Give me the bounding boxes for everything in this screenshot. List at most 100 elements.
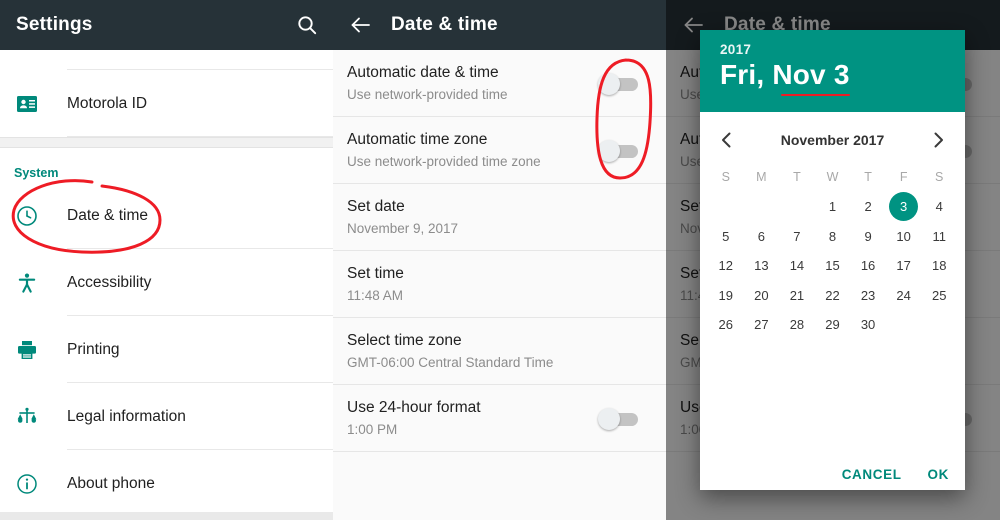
calendar-day[interactable]: 13	[744, 251, 780, 281]
calendar-day[interactable]: 9	[850, 222, 886, 252]
calendar-day[interactable]: 2	[850, 192, 886, 222]
pref-subtitle: Use network-provided time	[347, 87, 508, 102]
screenshot-root: Settings Motorola ID System Date & time …	[0, 0, 1000, 520]
calendar-day[interactable]: 12	[708, 251, 744, 281]
pref-title: Set date	[347, 198, 405, 215]
toggle-thumb	[598, 72, 620, 95]
clock-icon	[14, 203, 40, 229]
calendar-day[interactable]: 29	[815, 310, 851, 340]
calendar-day[interactable]: 30	[850, 310, 886, 340]
search-icon[interactable]	[295, 13, 319, 37]
calendar-day-number: 21	[789, 287, 805, 303]
pref-subtitle: November 9, 2017	[347, 221, 459, 236]
calendar-day[interactable]: 26	[708, 310, 744, 340]
calendar-day[interactable]: 15	[815, 251, 851, 281]
calendar-day-number: 10	[896, 228, 911, 244]
calendar-day[interactable]: 14	[779, 251, 815, 281]
calendar-day[interactable]: 28	[779, 310, 815, 340]
calendar-day-number: 5	[722, 228, 730, 244]
calendar-day[interactable]: 20	[744, 281, 780, 311]
calendar-day[interactable]: 19	[708, 281, 744, 311]
chevron-left-icon[interactable]	[716, 129, 738, 151]
pref-row-automatic-date-time[interactable]: Automatic date & time Use network-provid…	[333, 50, 666, 117]
pref-row-automatic-time-zone[interactable]: Automatic time zone Use network-provided…	[333, 117, 666, 184]
sidebar-item-date-and-time[interactable]: Date & time	[0, 182, 333, 249]
pref-subtitle: 1:00 PM	[347, 422, 398, 437]
back-arrow-icon[interactable]	[349, 13, 373, 37]
calendar-day-number: 12	[718, 258, 734, 274]
calendar-day[interactable]: 6	[744, 222, 780, 252]
date-picker-selected-date[interactable]: Fri, Nov 3	[720, 59, 850, 96]
settings-list[interactable]: Motorola ID System Date & time Accessibi…	[0, 50, 333, 520]
calendar-day[interactable]: 17	[886, 251, 922, 281]
calendar-days-grid[interactable]: 1 2 3 4 5 6 7 8 9 10 11 12 13 14 15 16 17 18 19 20 21 22 23 24 2…	[700, 192, 965, 340]
list-group-separator	[0, 137, 333, 148]
calendar-day-number: 16	[860, 258, 876, 274]
calendar-day-number: 27	[754, 317, 769, 333]
scales-icon	[14, 404, 40, 430]
calendar-day[interactable]: 8	[815, 222, 851, 252]
calendar-day-number: 22	[825, 287, 840, 303]
pref-row-set-time[interactable]: Set time 11:48 AM	[333, 251, 666, 318]
datetime-appbar: Date & time	[333, 0, 666, 50]
sidebar-item-accessibility[interactable]: Accessibility	[0, 249, 333, 316]
calendar-day[interactable]: 27	[744, 310, 780, 340]
calendar-day-selected[interactable]: 3	[886, 192, 922, 222]
info-icon	[14, 471, 40, 497]
date-picker-year[interactable]: 2017	[720, 42, 945, 57]
section-header-system: System	[0, 148, 333, 182]
calendar-day[interactable]: 5	[708, 222, 744, 252]
sidebar-item-motorola-id[interactable]: Motorola ID	[0, 70, 333, 137]
calendar-day-number: 7	[793, 228, 801, 244]
calendar-weekday: F	[899, 170, 908, 184]
calendar-day-number: 9	[864, 228, 872, 244]
date-picker-selected-date-text: Fri, Nov 3	[720, 59, 850, 90]
cancel-button[interactable]: CANCEL	[842, 467, 902, 482]
toggle-thumb	[598, 139, 620, 162]
toggle-automatic-date-time[interactable]	[598, 72, 644, 95]
calendar-day-number: 15	[825, 258, 840, 274]
sidebar-item-about-phone[interactable]: About phone	[0, 450, 333, 517]
sidebar-item-label: Legal information	[67, 407, 186, 425]
calendar-day-number: 18	[931, 258, 947, 274]
pref-row-select-time-zone[interactable]: Select time zone GMT-06:00 Central Stand…	[333, 318, 666, 385]
calendar-day-number: 4	[935, 199, 943, 215]
settings-appbar-title: Settings	[16, 14, 93, 35]
calendar-day-number: 3	[889, 192, 919, 222]
sidebar-item-legal-information[interactable]: Legal information	[0, 383, 333, 450]
calendar-day[interactable]: 25	[921, 281, 957, 311]
calendar-day[interactable]: 23	[850, 281, 886, 311]
sidebar-item-label: Date & time	[67, 206, 148, 224]
annotation-underline-dialog-date	[780, 93, 850, 96]
pref-title: Use 24-hour format	[347, 399, 481, 416]
calendar-day[interactable]: 18	[921, 251, 957, 281]
toggle-automatic-time-zone[interactable]	[598, 139, 644, 162]
sidebar-item-label: Motorola ID	[67, 94, 148, 112]
pref-text: Select time zone GMT-06:00 Central Stand…	[347, 331, 652, 372]
calendar-day[interactable]: 1	[815, 192, 851, 222]
calendar-day[interactable]: 22	[815, 281, 851, 311]
calendar-day[interactable]: 4	[921, 192, 957, 222]
sidebar-item-printing[interactable]: Printing	[0, 316, 333, 383]
calendar-day-blank	[779, 192, 815, 222]
calendar-day[interactable]: 16	[850, 251, 886, 281]
calendar-day-number: 19	[718, 287, 734, 303]
calendar-weekday: T	[864, 170, 872, 184]
sidebar-item-label: Printing	[67, 340, 120, 358]
calendar-day-number: 26	[718, 317, 734, 333]
pref-row-use-24-hour-format[interactable]: Use 24-hour format 1:00 PM	[333, 385, 666, 452]
calendar-day[interactable]: 10	[886, 222, 922, 252]
calendar-day-number: 24	[896, 287, 911, 303]
pref-row-set-date[interactable]: Set date November 9, 2017	[333, 184, 666, 251]
chevron-right-icon[interactable]	[927, 129, 949, 151]
sidebar-item-label: About phone	[67, 474, 155, 492]
calendar-day[interactable]: 21	[779, 281, 815, 311]
datetime-pref-list[interactable]: Automatic date & time Use network-provid…	[333, 50, 666, 520]
calendar-day[interactable]: 7	[779, 222, 815, 252]
calendar-day-number: 25	[931, 287, 947, 303]
calendar-day[interactable]: 11	[921, 222, 957, 252]
calendar-day[interactable]: 24	[886, 281, 922, 311]
ok-button[interactable]: OK	[928, 467, 949, 482]
datetime-panel: Date & time Automatic date & time Use ne…	[333, 0, 666, 520]
toggle-use-24-hour-format[interactable]	[598, 407, 644, 430]
